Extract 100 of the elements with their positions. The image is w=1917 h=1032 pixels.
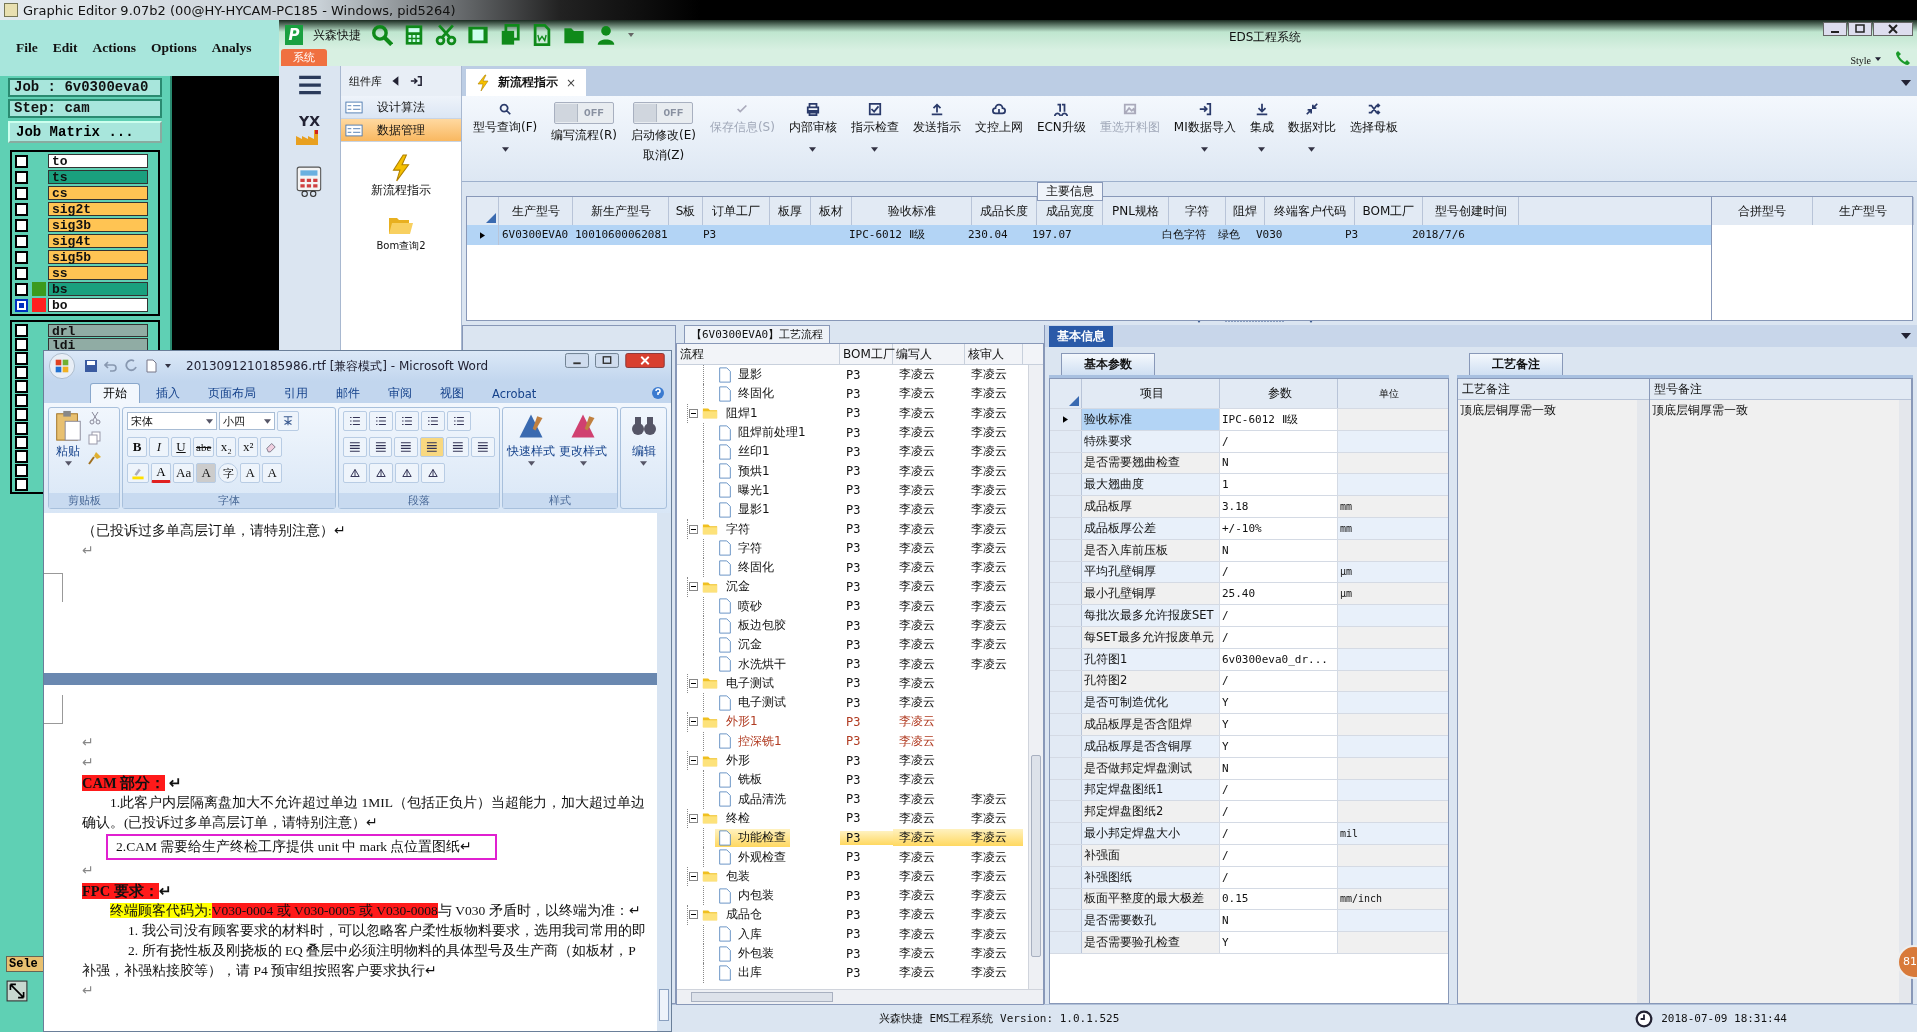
office-button-icon[interactable]	[48, 352, 76, 380]
collapse-icon[interactable]	[689, 582, 698, 592]
layer-name[interactable]: sig3b	[48, 218, 148, 232]
eraser-icon[interactable]	[260, 437, 283, 457]
new-document-icon[interactable]	[144, 359, 158, 373]
menu-item[interactable]: Actions	[92, 40, 136, 56]
format-button[interactable]: 字	[218, 463, 239, 483]
format-button[interactable]: abe	[193, 437, 215, 457]
ribbon-button[interactable]: 集成	[1244, 102, 1279, 152]
scissors-icon[interactable]	[435, 24, 457, 46]
tree-item[interactable]: 外形	[723, 751, 753, 771]
paragraph-tool-icon[interactable]	[343, 463, 367, 483]
tree-item[interactable]: 水洗烘干	[715, 655, 790, 674]
column-header[interactable]: 单位	[1338, 379, 1438, 408]
ribbon-button[interactable]: 文控上网	[969, 102, 1028, 136]
panel-tab[interactable]: 【6V0300EVA0】工艺流程	[684, 325, 831, 343]
format-button[interactable]: U	[171, 437, 191, 457]
ribbon-button[interactable]: 发送指示	[907, 102, 966, 136]
panel-tab[interactable]: 工艺备注	[1469, 353, 1563, 375]
paragraph-tool-icon[interactable]	[395, 463, 419, 483]
layer-name[interactable]: ldi	[48, 337, 148, 351]
ribbon-tab[interactable]: 视图	[428, 384, 476, 403]
tree-item[interactable]: 板边包胶	[715, 616, 790, 635]
layer-checkbox[interactable]	[15, 234, 28, 248]
collapse-icon[interactable]	[689, 871, 698, 881]
resize-icon[interactable]	[6, 980, 28, 1002]
menu-item[interactable]: File	[16, 40, 38, 56]
layer-name[interactable]: sig2t	[48, 202, 148, 216]
brush-icon[interactable]	[87, 450, 103, 466]
caret-icon[interactable]	[164, 362, 172, 370]
tree-item[interactable]: 沉金	[715, 635, 766, 654]
tree-item[interactable]: 外包装	[715, 944, 778, 963]
help-icon[interactable]	[651, 386, 665, 400]
tree-item[interactable]: 终固化	[715, 558, 778, 577]
align-icon[interactable]	[420, 437, 444, 457]
layer-checkbox[interactable]	[15, 154, 28, 168]
caret-icon[interactable]	[809, 147, 817, 152]
column-header[interactable]: 核审人	[965, 344, 1023, 364]
size-field[interactable]: 小四	[219, 412, 275, 430]
ribbon-button[interactable]: 数据对比	[1282, 102, 1341, 152]
format-button[interactable]: I	[149, 437, 169, 457]
caret-icon[interactable]	[1875, 57, 1881, 61]
tree-item[interactable]: 功能检查	[715, 828, 790, 847]
tree-item[interactable]: 显影	[715, 365, 766, 384]
phonetic-guide-icon[interactable]	[277, 411, 299, 431]
ribbon-tab[interactable]: 引用	[272, 384, 320, 403]
tree-item[interactable]: 阻焊前处理1	[715, 423, 810, 442]
tree-item[interactable]: 丝印1	[715, 442, 774, 461]
layer-checkbox[interactable]	[15, 365, 28, 379]
collapse-icon[interactable]	[689, 408, 698, 418]
close-icon[interactable]	[1873, 22, 1913, 36]
tree-item[interactable]: 预烘1	[715, 462, 774, 481]
tree-item[interactable]: 入库	[715, 925, 766, 944]
document-icon[interactable]	[531, 24, 553, 46]
select-button[interactable]: Sele	[6, 956, 46, 972]
tree-item[interactable]: 外形1	[723, 712, 761, 732]
factory-logo[interactable]: YX	[294, 114, 325, 146]
layer-checkbox[interactable]	[15, 407, 28, 421]
layer-name[interactable]: cs	[48, 186, 148, 200]
tree-item[interactable]: 曝光1	[715, 481, 774, 500]
paragraph-tool-icon[interactable]	[421, 463, 445, 483]
save-icon[interactable]	[84, 359, 98, 373]
align-icon[interactable]	[394, 437, 418, 457]
layer-checkbox[interactable]	[15, 435, 28, 449]
tree-item[interactable]: 出库	[715, 963, 766, 982]
column-header[interactable]: 型号备注	[1649, 379, 1911, 400]
layer-name[interactable]: bo	[48, 298, 148, 312]
styles-button[interactable]: 更改样式	[559, 410, 607, 466]
tree-item[interactable]: 铣板	[715, 770, 766, 789]
user-icon[interactable]	[595, 24, 617, 46]
paragraph-tool-icon[interactable]	[369, 463, 393, 483]
layer-checkbox[interactable]	[15, 266, 28, 280]
calculator-icon[interactable]	[403, 24, 425, 46]
collapse-icon[interactable]	[689, 678, 698, 688]
tree-item[interactable]: 包装	[723, 866, 753, 886]
layer-name[interactable]: ts	[48, 170, 148, 184]
column-header[interactable]: 工艺备注	[1458, 379, 1649, 400]
layer-checkbox[interactable]	[15, 449, 28, 463]
tree-item[interactable]: 字符	[723, 519, 753, 539]
format-button[interactable]: x₂	[216, 437, 237, 457]
tree-item[interactable]: 电子测试	[715, 693, 790, 712]
ribbon-tab[interactable]: 插入	[144, 384, 192, 403]
tree-item[interactable]: 阻焊1	[723, 403, 761, 423]
panel-item[interactable]: 数据管理	[341, 119, 461, 142]
ribbon-tab[interactable]: 审阅	[376, 384, 424, 403]
row-header[interactable]	[1050, 409, 1082, 430]
align-icon[interactable]	[343, 437, 367, 457]
layer-checkbox[interactable]	[15, 250, 28, 264]
column-header[interactable]: 合拼型号	[1712, 197, 1813, 225]
styles-button[interactable]: 快速样式	[507, 410, 555, 466]
menu-item[interactable]: Analys	[211, 40, 252, 56]
collapse-icon[interactable]	[689, 910, 698, 920]
tree-item[interactable]: 成品清洗	[715, 790, 790, 809]
menu-item[interactable]: Options	[151, 40, 197, 56]
align-icon[interactable]	[471, 437, 496, 457]
table-row[interactable]: 6V0300EVA0 10010600062081 P3 IPC-6012 Ⅱ级 230.04 197.07 白色字符 绿色 V030 P3 2018/7/6	[467, 225, 1711, 245]
layer-checkbox[interactable]	[15, 218, 28, 232]
maximize-icon[interactable]	[1848, 22, 1872, 36]
layer-checkbox[interactable]	[15, 282, 28, 296]
film-icon[interactable]	[467, 24, 489, 46]
